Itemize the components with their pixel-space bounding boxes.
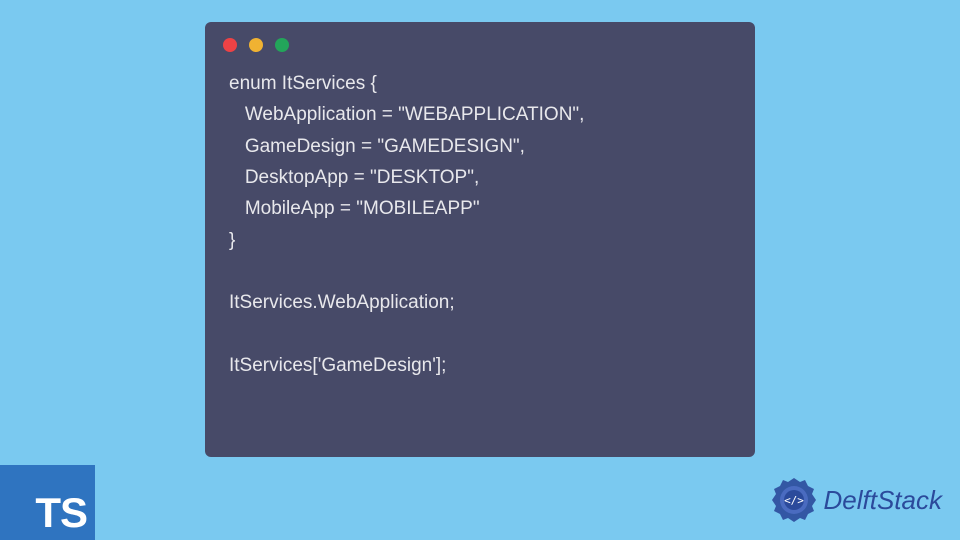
brand-logo: </> DelftStack xyxy=(768,474,943,526)
code-content: enum ItServices { WebApplication = "WEBA… xyxy=(205,60,755,401)
code-line: WebApplication = "WEBAPPLICATION", xyxy=(229,104,584,125)
code-line: ItServices.WebApplication; xyxy=(229,292,455,313)
svg-text:</>: </> xyxy=(784,494,804,507)
typescript-badge: TS xyxy=(0,465,95,540)
close-icon xyxy=(223,38,237,52)
code-line: GameDesign = "GAMEDESIGN", xyxy=(229,136,525,157)
brand-icon: </> xyxy=(768,474,820,526)
code-line: MobileApp = "MOBILEAPP" xyxy=(229,198,480,219)
code-line: ItServices['GameDesign']; xyxy=(229,355,446,376)
code-line: } xyxy=(229,230,235,251)
code-line: DesktopApp = "DESKTOP", xyxy=(229,167,479,188)
minimize-icon xyxy=(249,38,263,52)
code-line: enum ItServices { xyxy=(229,73,377,94)
code-window: enum ItServices { WebApplication = "WEBA… xyxy=(205,22,755,457)
window-controls xyxy=(205,22,755,60)
maximize-icon xyxy=(275,38,289,52)
brand-name: DelftStack xyxy=(824,485,943,516)
typescript-label: TS xyxy=(35,492,87,534)
